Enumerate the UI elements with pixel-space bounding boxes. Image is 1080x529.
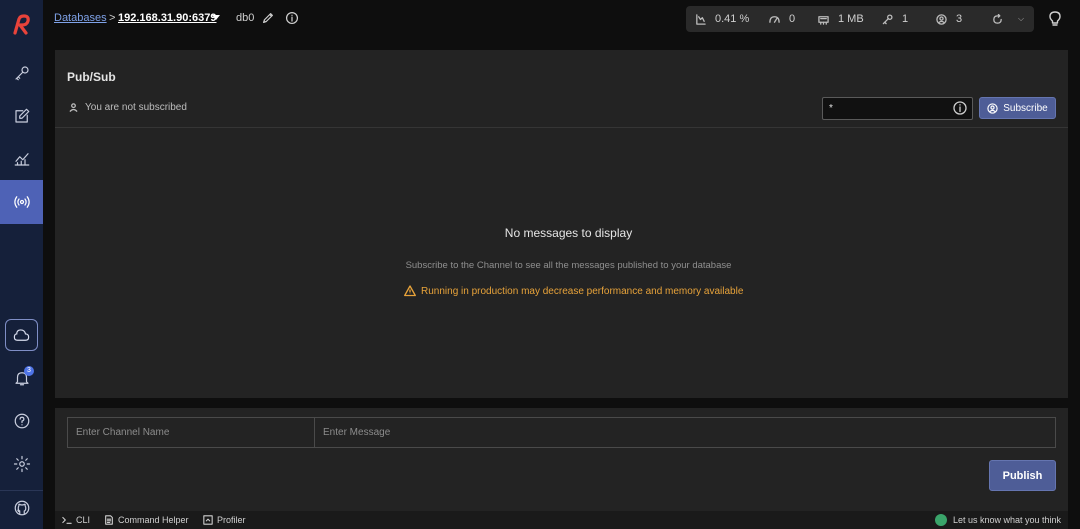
cloud-button[interactable] (5, 319, 38, 351)
user-circle-icon (936, 13, 947, 25)
breadcrumb-databases-link[interactable]: Databases (54, 12, 107, 24)
user-circle-icon (987, 102, 998, 114)
stat-ops-value: 0 (789, 13, 796, 25)
pencil-icon[interactable] (261, 11, 275, 25)
sidebar-item-analysis[interactable] (0, 139, 43, 179)
breadcrumb-separator: > (109, 12, 116, 24)
warning-icon (404, 285, 416, 297)
key-icon (14, 66, 29, 81)
sidebar-item-notifications[interactable] (0, 358, 43, 398)
github-icon (14, 500, 29, 516)
bottom-bar: CLI Command Helper Profiler Let us know … (55, 511, 1068, 529)
stat-clients-value: 3 (956, 13, 963, 25)
stat-keys: 1 (882, 6, 908, 32)
sidebar-item-pubsub[interactable] (0, 180, 43, 224)
page-title: Pub/Sub (67, 70, 116, 84)
stat-memory-value: 1 MB (838, 13, 864, 25)
pubsub-messages-panel: Pub/Sub You are not subscribed Subscribe… (55, 50, 1068, 398)
stat-keys-value: 1 (902, 13, 909, 25)
stat-memory: 1 MB (818, 6, 864, 32)
feedback-label: Let us know what you think (953, 515, 1062, 525)
feedback-icon (935, 514, 947, 526)
chart-icon (14, 153, 29, 166)
sidebar-item-settings[interactable] (0, 444, 43, 484)
memory-icon (818, 15, 829, 25)
sidebar-item-browser[interactable] (0, 53, 43, 93)
lightbulb-icon[interactable] (1047, 10, 1063, 26)
refresh-icon (993, 13, 1002, 24)
subscription-status-text: You are not subscribed (85, 102, 187, 113)
terminal-icon (62, 516, 72, 524)
cloud-icon (13, 328, 30, 341)
help-icon (14, 413, 29, 429)
publish-panel: Publish (55, 408, 1068, 511)
sidebar-item-github[interactable] (0, 488, 43, 528)
broadcast-icon (13, 196, 30, 208)
gauge-icon (769, 15, 780, 23)
sidebar-item-help[interactable] (0, 401, 43, 441)
document-icon (105, 515, 113, 525)
stat-cpu: 0.41 % (695, 6, 749, 32)
user-icon (69, 103, 78, 112)
stat-clients: 3 (936, 6, 962, 32)
subscription-status: You are not subscribed (69, 102, 187, 113)
caret-down-icon[interactable] (212, 15, 220, 20)
command-helper-button[interactable]: Command Helper (104, 511, 189, 529)
publish-button[interactable]: Publish (989, 460, 1056, 491)
empty-state-subtitle: Subscribe to the Channel to see all the … (405, 260, 732, 271)
message-input[interactable] (314, 417, 1056, 448)
command-helper-label: Command Helper (118, 515, 189, 525)
breadcrumb-host-link[interactable]: 192.168.31.90:6379 (118, 12, 216, 24)
cli-label: CLI (76, 515, 91, 525)
db-stats-bar: 0.41 % 0 1 MB 1 3 ⌵ (686, 6, 1034, 32)
key-icon (882, 13, 893, 24)
cpu-icon (696, 13, 706, 25)
gear-icon (13, 455, 30, 473)
empty-state-title: No messages to display (504, 226, 633, 240)
cli-button[interactable]: CLI (62, 511, 90, 529)
subscribe-button-label: Subscribe (1003, 102, 1048, 114)
profiler-label: Profiler (217, 515, 246, 525)
panel-divider (55, 127, 1068, 128)
feedback-link[interactable]: Let us know what you think (935, 511, 1061, 529)
edit-icon (14, 108, 29, 123)
stat-ops: 0 (769, 6, 795, 32)
production-warning-text: Running in production may decrease perfo… (421, 285, 744, 297)
redis-logo[interactable] (10, 13, 34, 37)
sidebar-item-workbench[interactable] (0, 96, 43, 136)
app-window: 3 Databases > 192.168.31.90:6379 db0 0.4… (0, 0, 1080, 529)
profiler-button[interactable]: Profiler (203, 511, 246, 529)
channel-name-input[interactable] (67, 417, 315, 448)
channel-pattern-input[interactable] (822, 97, 973, 120)
profiler-icon (203, 515, 213, 525)
sidebar: 3 (0, 0, 43, 529)
info-icon[interactable] (285, 11, 299, 25)
info-icon[interactable] (953, 101, 967, 115)
subscribe-button[interactable]: Subscribe (979, 97, 1056, 119)
notification-badge: 3 (24, 366, 34, 376)
chevron-down-icon: ⌵ (1018, 14, 1025, 23)
db-index-label: db0 (236, 12, 255, 24)
top-bar: Databases > 192.168.31.90:6379 db0 0.41 … (43, 0, 1080, 38)
stat-cpu-value: 0.41 % (715, 13, 750, 25)
production-warning: Running in production may decrease perfo… (404, 285, 743, 297)
auto-refresh-button[interactable]: ⌵ (992, 6, 1024, 32)
